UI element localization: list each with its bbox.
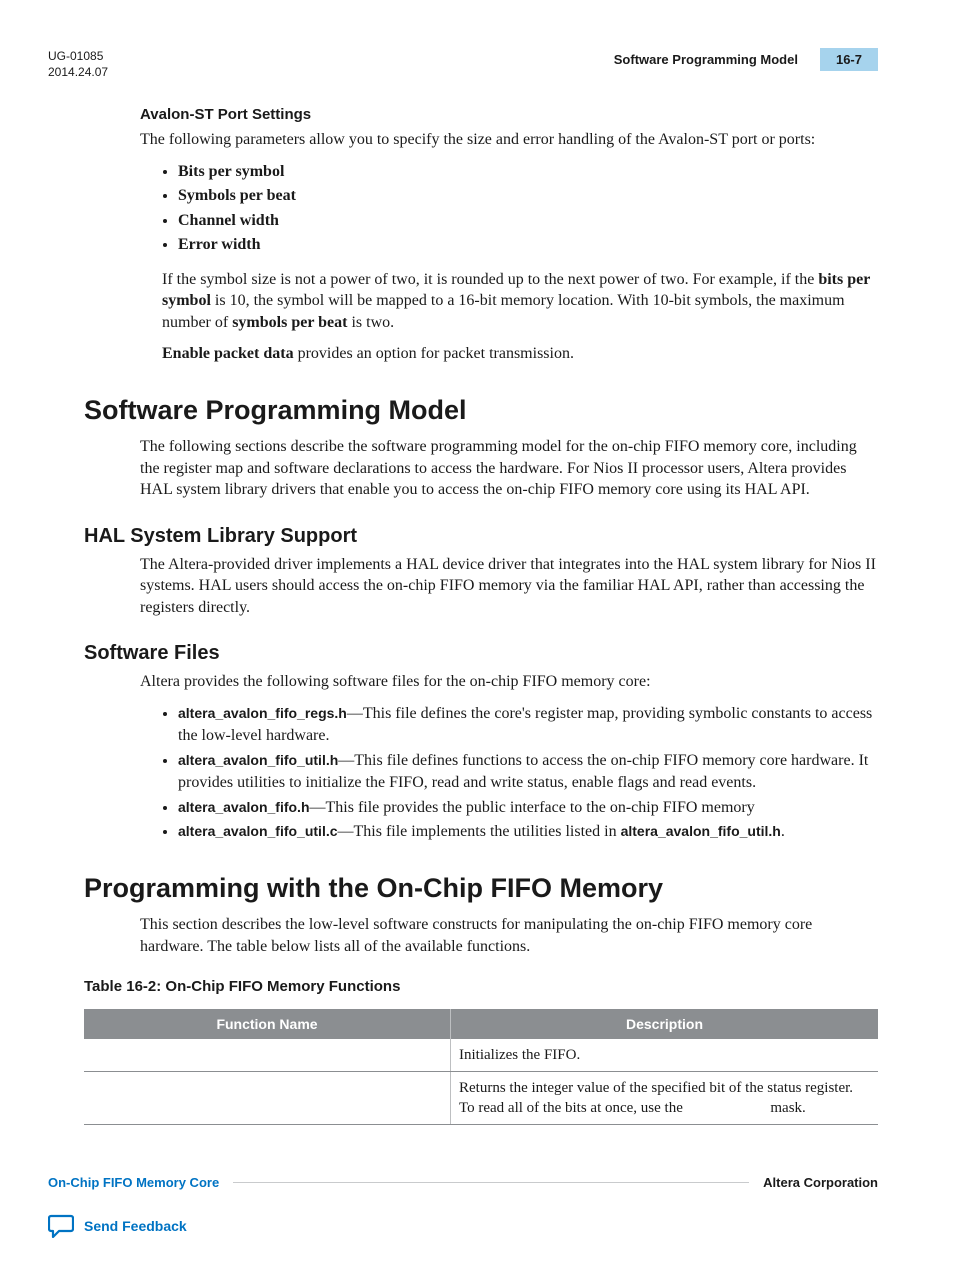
page-number-badge: 16-7 (820, 48, 878, 71)
table-title: Table 16-2: On-Chip FIFO Memory Function… (84, 978, 878, 995)
table-header: Description (451, 1009, 879, 1039)
table-cell (84, 1071, 451, 1125)
list-item: altera_avalon_fifo_util.c—This file impl… (178, 821, 878, 843)
avalon-st-heading: Avalon-ST Port Settings (140, 106, 878, 123)
swfiles-list: altera_avalon_fifo_regs.h—This file defi… (140, 703, 878, 843)
swfiles-heading: Software Files (84, 642, 878, 665)
list-item: Channel width (178, 210, 878, 232)
footer-right: Altera Corporation (763, 1175, 878, 1190)
doc-id: UG-01085 (48, 48, 108, 64)
hal-body: The Altera-provided driver implements a … (140, 554, 878, 619)
avalon-st-param-list: Bits per symbol Symbols per beat Channel… (140, 161, 878, 257)
table-header: Function Name (84, 1009, 451, 1039)
prog-heading: Programming with the On-Chip FIFO Memory (84, 873, 878, 904)
list-item: altera_avalon_fifo_regs.h—This file defi… (178, 703, 878, 748)
footer-divider (233, 1182, 749, 1183)
table-row: Returns the integer value of the specifi… (84, 1071, 878, 1125)
hal-heading: HAL System Library Support (84, 525, 878, 548)
table-cell: Initializes the FIFO. (451, 1039, 879, 1072)
list-item: Bits per symbol (178, 161, 878, 183)
list-item: altera_avalon_fifo.h—This file provides … (178, 797, 878, 819)
functions-table: Function Name Description Initializes th… (84, 1009, 878, 1126)
prog-intro: This section describes the low-level sof… (140, 914, 878, 957)
page-header: UG-01085 2014.24.07 Software Programming… (48, 48, 878, 80)
list-item: altera_avalon_fifo_util.h—This file defi… (178, 750, 878, 795)
send-feedback-link[interactable]: Send Feedback (84, 1218, 187, 1234)
spm-intro: The following sections describe the soft… (140, 436, 878, 501)
list-item: Error width (178, 234, 878, 256)
table-cell: Returns the integer value of the specifi… (451, 1071, 879, 1125)
list-item: Symbols per beat (178, 185, 878, 207)
avalon-st-intro: The following parameters allow you to sp… (140, 129, 878, 151)
table-row: Initializes the FIFO. (84, 1039, 878, 1072)
swfiles-intro: Altera provides the following software f… (140, 671, 878, 693)
doc-date: 2014.24.07 (48, 64, 108, 80)
footer-left-link[interactable]: On-Chip FIFO Memory Core (48, 1175, 219, 1190)
spm-heading: Software Programming Model (84, 395, 878, 426)
avalon-st-enable-packet: Enable packet data provides an option fo… (162, 343, 878, 365)
avalon-st-explanation: If the symbol size is not a power of two… (162, 269, 878, 334)
table-cell (84, 1039, 451, 1072)
breadcrumb: Software Programming Model (614, 52, 798, 67)
